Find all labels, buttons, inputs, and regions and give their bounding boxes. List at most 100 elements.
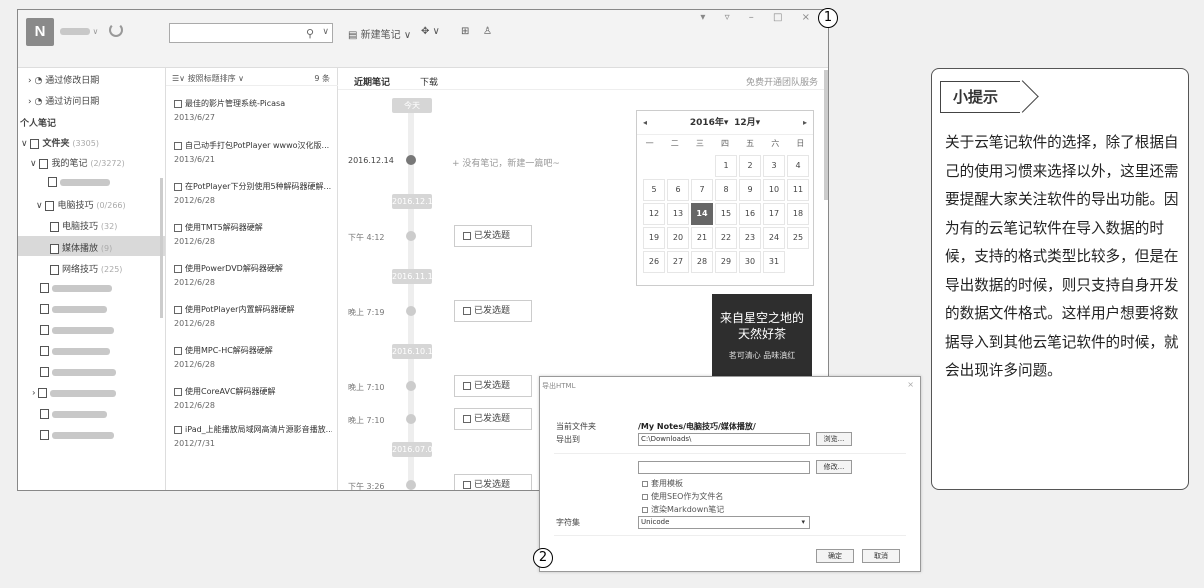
nav-blurred-8[interactable]	[40, 430, 114, 441]
calendar-day[interactable]: 17	[763, 203, 785, 225]
sidebar-scrollbar[interactable]	[160, 178, 163, 318]
promo-link[interactable]: 免费开通团队服务	[746, 75, 818, 88]
note-card[interactable]: 已发选题	[454, 408, 532, 430]
user-menu[interactable]: ∨	[60, 27, 98, 36]
prev-month-icon[interactable]: ◂	[643, 111, 647, 135]
nav-blurred-2[interactable]	[40, 304, 107, 315]
export-path-input[interactable]: C:\Downloads\	[638, 433, 810, 446]
grid-icon[interactable]: ⊞	[461, 26, 469, 37]
next-month-icon[interactable]: ▸	[803, 111, 807, 135]
main-scrollbar[interactable]	[824, 70, 828, 200]
template-input[interactable]	[638, 461, 810, 474]
new-note-hint[interactable]: + 没有笔记，新建一篇吧~	[452, 156, 560, 169]
calendar-day[interactable]: 18	[787, 203, 809, 225]
note-card[interactable]: 已发选题	[454, 375, 532, 397]
tab-download[interactable]: 下载	[420, 75, 438, 88]
calendar-day[interactable]: 25	[787, 227, 809, 249]
nav-blurred-1[interactable]	[40, 283, 112, 294]
calendar-day[interactable]: 5	[643, 179, 665, 201]
list-item[interactable]: 使用PowerDVD解码器硬解 2012/6/28	[174, 263, 332, 287]
list-item[interactable]: 在PotPlayer下分别使用5种解码器硬解... 2012/6/28	[174, 181, 332, 205]
opt-markdown[interactable]: 渲染Markdown笔记	[642, 504, 724, 515]
nav-blurred-6[interactable]: ›	[32, 388, 117, 399]
calendar-day[interactable]: 12	[643, 203, 665, 225]
calendar-day[interactable]: 8	[715, 179, 737, 201]
opt-template[interactable]: 套用模板	[642, 478, 683, 489]
ad-banner[interactable]: 来自星空之地的 天然好茶 茗可清心 品味滇红	[712, 294, 812, 378]
sort-icon[interactable]: ☰∨	[172, 74, 185, 83]
sort-dropdown[interactable]: 按照标题排序	[188, 74, 236, 83]
list-item[interactable]: 使用MPC-HC解码器硬解 2012/6/28	[174, 345, 332, 369]
list-item[interactable]: 使用TMT5解码器硬解 2012/6/28	[174, 222, 332, 246]
timeline-date-pill: 2016.12.11	[392, 194, 438, 209]
nav-network[interactable]: 网络技巧 (225)	[50, 262, 122, 275]
nav-by-accessed[interactable]: › ◔ 通过访问日期	[28, 94, 99, 107]
opt-seo[interactable]: 使用SEO作为文件名	[642, 491, 723, 502]
new-note-button[interactable]: ▤ 新建笔记 ∨	[348, 26, 411, 41]
window-controls[interactable]: ▾ ▿ – □ ×	[700, 12, 818, 23]
cancel-button[interactable]: 取消	[862, 549, 900, 563]
note-card[interactable]: 已发选题	[454, 225, 532, 247]
calendar-day[interactable]: 11	[787, 179, 809, 201]
nav-blurred-4[interactable]	[40, 346, 110, 357]
calendar-day[interactable]: 6	[667, 179, 689, 201]
calendar-day[interactable]: 21	[691, 227, 713, 249]
user-icon[interactable]: ♙	[483, 26, 492, 37]
month-select[interactable]: 12月	[734, 118, 756, 128]
note-card[interactable]: 已发选题	[454, 300, 532, 322]
calendar-day[interactable]: 10	[763, 179, 785, 201]
calendar-day[interactable]: 3	[763, 155, 785, 177]
calendar-day[interactable]: 19	[643, 227, 665, 249]
timeline-date-pill: 2016.10.10	[392, 344, 438, 359]
calendar-day[interactable]: 2	[739, 155, 761, 177]
note-card[interactable]: 已发选题	[454, 474, 532, 490]
calendar-day[interactable]: 4	[787, 155, 809, 177]
search-input[interactable]: ⚲ ∨	[169, 23, 333, 43]
year-select[interactable]: 2016年	[690, 118, 724, 128]
search-icon: ⚲	[305, 27, 314, 40]
list-item[interactable]: 使用PotPlayer内置解码器硬解 2012/6/28	[174, 304, 332, 328]
calendar-day[interactable]: 16	[739, 203, 761, 225]
calendar-day[interactable]: 26	[643, 251, 665, 273]
note-list: ☰∨ 按照标题排序 ∨ 9 条 最佳的影片管理系统-Picasa 2013/6/2…	[166, 68, 338, 490]
calendar-day[interactable]: 20	[667, 227, 689, 249]
chevron-down-icon: ▾	[801, 518, 805, 526]
nav-blurred-5[interactable]	[40, 367, 116, 378]
calendar-day[interactable]: 15	[715, 203, 737, 225]
calendar-day[interactable]: 28	[691, 251, 713, 273]
chevron-down-icon[interactable]: ∨	[322, 27, 329, 37]
calendar-day[interactable]: 27	[667, 251, 689, 273]
nav-tips-sub[interactable]: 电脑技巧 (32)	[50, 219, 117, 232]
list-item[interactable]: iPad_上能播放局域网高清片源影音播放... 2012/7/31	[174, 424, 332, 448]
list-item[interactable]: 自己动手打包PotPlayer wwwo汉化版... 2013/6/21	[174, 140, 332, 164]
nav-media[interactable]: 媒体播放 (9)	[18, 236, 165, 256]
nav-tips[interactable]: ∨ 电脑技巧 (0/266)	[36, 198, 126, 211]
close-icon[interactable]: ×	[907, 380, 914, 389]
nav-blurred-3[interactable]	[40, 325, 114, 336]
calendar-day[interactable]: 31	[763, 251, 785, 273]
calendar-day[interactable]: 7	[691, 179, 713, 201]
list-item[interactable]: 最佳的影片管理系统-Picasa 2013/6/27	[174, 98, 332, 122]
calendar-day[interactable]: 24	[763, 227, 785, 249]
modify-button[interactable]: 修改...	[816, 460, 852, 474]
list-item[interactable]: 使用CoreAVC解码器硬解 2012/6/28	[174, 386, 332, 410]
tab-recent[interactable]: 近期笔记	[354, 75, 390, 88]
calendar-day[interactable]: 14	[691, 203, 713, 225]
ok-button[interactable]: 确定	[816, 549, 854, 563]
nav-folders[interactable]: ∨ 文件夹 (3305)	[21, 136, 99, 149]
move-icon[interactable]: ✥ ∨	[421, 26, 440, 37]
nav-blurred-folder[interactable]	[48, 177, 110, 188]
browse-button[interactable]: 浏览...	[816, 432, 852, 446]
nav-blurred-7[interactable]	[40, 409, 107, 420]
calendar-day[interactable]: 22	[715, 227, 737, 249]
calendar-day[interactable]: 23	[739, 227, 761, 249]
calendar-day[interactable]: 30	[739, 251, 761, 273]
charset-select[interactable]: Unicode ▾	[638, 516, 810, 529]
nav-my-notes[interactable]: ∨ 我的笔记 (2/3272)	[30, 156, 125, 169]
calendar-day[interactable]: 1	[715, 155, 737, 177]
nav-by-modified[interactable]: › ◔ 通过修改日期	[28, 73, 99, 86]
calendar-day[interactable]: 9	[739, 179, 761, 201]
sync-icon[interactable]	[109, 23, 123, 37]
calendar-day[interactable]: 13	[667, 203, 689, 225]
calendar-day[interactable]: 29	[715, 251, 737, 273]
